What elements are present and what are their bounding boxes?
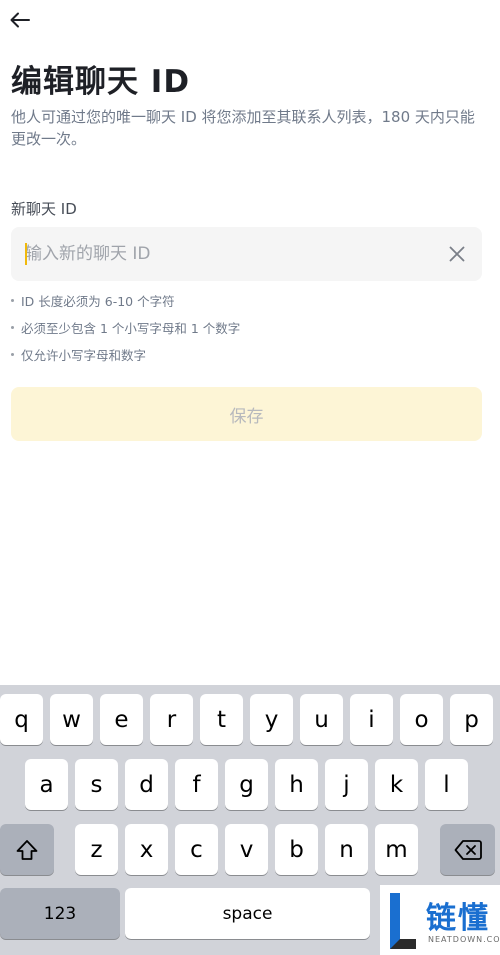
key-f[interactable]: f xyxy=(175,759,218,810)
key-m[interactable]: m xyxy=(375,824,418,875)
new-chat-id-label: 新聊天 ID xyxy=(11,200,77,218)
page-title: 编辑聊天 ID xyxy=(11,64,191,100)
save-button[interactable]: 保存 xyxy=(11,387,482,441)
key-v[interactable]: v xyxy=(225,824,268,875)
key-d[interactable]: d xyxy=(125,759,168,810)
key-c[interactable]: c xyxy=(175,824,218,875)
key-y[interactable]: y xyxy=(250,694,293,745)
key-t[interactable]: t xyxy=(200,694,243,745)
chat-id-input[interactable] xyxy=(25,227,425,281)
back-button[interactable] xyxy=(6,6,34,34)
key-w[interactable]: w xyxy=(50,694,93,745)
backspace-icon xyxy=(454,839,482,860)
rule-text: 仅允许小写字母和数字 xyxy=(21,348,147,363)
rule-item: ID 长度必须为 6-10 个字符 xyxy=(11,287,240,314)
key-j[interactable]: j xyxy=(325,759,368,810)
rule-item: 仅允许小写字母和数字 xyxy=(11,341,240,368)
text-caret xyxy=(25,243,27,265)
chat-id-input-container xyxy=(11,227,482,281)
key-r[interactable]: r xyxy=(150,694,193,745)
key-p[interactable]: p xyxy=(450,694,493,745)
key-h[interactable]: h xyxy=(275,759,318,810)
watermark-text: 链懂 xyxy=(426,901,490,936)
rule-text: ID 长度必须为 6-10 个字符 xyxy=(21,294,175,309)
arrow-left-icon xyxy=(10,12,30,28)
page-description: 他人可通过您的唯一聊天 ID 将您添加至其联系人列表，180 天内只能更改一次。 xyxy=(11,108,475,148)
key-z[interactable]: z xyxy=(75,824,118,875)
key-a[interactable]: a xyxy=(25,759,68,810)
clear-input-button[interactable] xyxy=(446,243,468,265)
shift-icon xyxy=(16,839,38,860)
rule-text: 必须至少包含 1 个小写字母和 1 个数字 xyxy=(21,321,241,336)
watermark-logo: 链懂 NEATDOWN.COM xyxy=(380,885,500,955)
backspace-key[interactable] xyxy=(440,824,495,875)
key-l[interactable]: l xyxy=(425,759,468,810)
key-x[interactable]: x xyxy=(125,824,168,875)
bullet-icon xyxy=(11,353,14,356)
key-k[interactable]: k xyxy=(375,759,418,810)
rule-item: 必须至少包含 1 个小写字母和 1 个数字 xyxy=(11,314,240,341)
id-rules-list: ID 长度必须为 6-10 个字符 必须至少包含 1 个小写字母和 1 个数字 … xyxy=(11,287,240,368)
key-o[interactable]: o xyxy=(400,694,443,745)
numbers-key[interactable]: 123 xyxy=(0,888,120,939)
bullet-icon xyxy=(11,326,14,329)
key-n[interactable]: n xyxy=(325,824,368,875)
watermark-l-icon xyxy=(390,893,416,949)
watermark-subtext: NEATDOWN.COM xyxy=(428,935,500,944)
key-s[interactable]: s xyxy=(75,759,118,810)
key-q[interactable]: q xyxy=(0,694,43,745)
space-key[interactable]: space xyxy=(125,888,370,939)
key-e[interactable]: e xyxy=(100,694,143,745)
key-b[interactable]: b xyxy=(275,824,318,875)
key-u[interactable]: u xyxy=(300,694,343,745)
close-icon xyxy=(449,246,465,262)
key-g[interactable]: g xyxy=(225,759,268,810)
bullet-icon xyxy=(11,299,14,302)
key-i[interactable]: i xyxy=(350,694,393,745)
shift-key[interactable] xyxy=(0,824,54,875)
